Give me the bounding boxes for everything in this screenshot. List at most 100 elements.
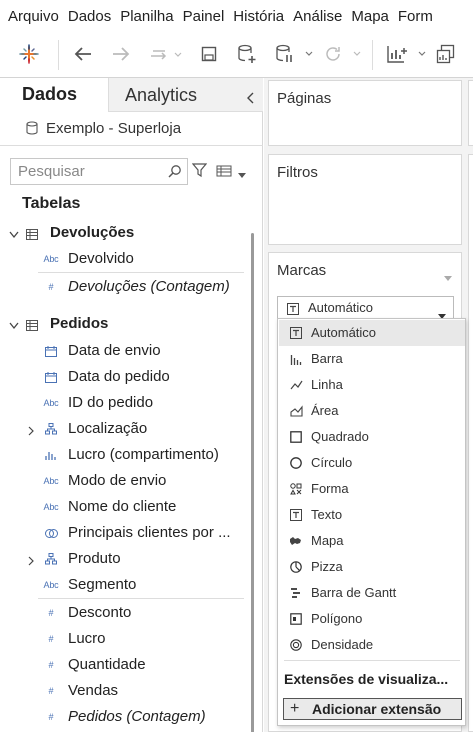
tableau-logo-icon[interactable] bbox=[17, 40, 41, 68]
field-label: Devolvido bbox=[68, 250, 134, 267]
filters-card[interactable]: Filtros bbox=[268, 154, 462, 245]
field-item[interactable]: Data de envio bbox=[0, 338, 244, 364]
tables-heading: Tabelas bbox=[22, 195, 81, 212]
new-worksheet-icon[interactable] bbox=[385, 40, 427, 68]
new-datasource-icon[interactable] bbox=[236, 40, 258, 68]
field-item[interactable]: # Lucro bbox=[0, 626, 244, 652]
menu-dados[interactable]: Dados bbox=[68, 8, 111, 25]
mark-option-circulo[interactable]: Círculo bbox=[279, 450, 465, 476]
shape-icon bbox=[289, 482, 303, 496]
field-item[interactable]: Data do pedido bbox=[0, 364, 244, 390]
density-icon bbox=[289, 638, 303, 652]
pages-title: Páginas bbox=[277, 90, 332, 107]
add-extension-label: Adicionar extensão bbox=[312, 701, 442, 717]
table-icon bbox=[26, 318, 38, 336]
filter-icon[interactable] bbox=[191, 163, 208, 183]
field-item[interactable]: Abc ID do pedido bbox=[0, 390, 244, 416]
field-item[interactable]: Produto bbox=[0, 546, 244, 572]
swap-icon[interactable] bbox=[148, 40, 184, 68]
mark-option-forma[interactable]: Forma bbox=[279, 476, 465, 502]
search-input[interactable] bbox=[11, 159, 161, 184]
chevron-down-icon[interactable] bbox=[238, 166, 246, 184]
pause-updates-icon[interactable] bbox=[274, 40, 314, 68]
table-icon bbox=[26, 227, 38, 245]
menu-formatar[interactable]: Form bbox=[398, 8, 433, 25]
rows-shelf[interactable] bbox=[468, 80, 473, 146]
mark-type-value: Automático bbox=[308, 300, 374, 315]
menu-analise[interactable]: Análise bbox=[293, 8, 342, 25]
mark-option-mapa[interactable]: Mapa bbox=[279, 528, 465, 554]
number-type-icon: # bbox=[48, 686, 54, 696]
map-icon bbox=[289, 534, 303, 548]
chevron-down-icon[interactable] bbox=[9, 317, 19, 335]
number-type-icon: # bbox=[48, 712, 54, 722]
number-type-icon: # bbox=[48, 608, 54, 618]
field-item[interactable]: Localização bbox=[0, 416, 244, 442]
menu-arquivo[interactable]: Arquivo bbox=[8, 8, 59, 25]
menu-historia[interactable]: História bbox=[233, 8, 284, 25]
list-view-icon[interactable] bbox=[216, 164, 232, 182]
field-item[interactable]: Principais clientes por ... bbox=[0, 520, 244, 546]
menu-planilha[interactable]: Planilha bbox=[120, 8, 173, 25]
collapse-pane-icon[interactable] bbox=[247, 88, 255, 109]
table-name: Pedidos bbox=[50, 315, 109, 332]
duplicate-icon[interactable] bbox=[435, 40, 457, 68]
line-icon bbox=[289, 378, 303, 392]
mark-option-pizza[interactable]: Pizza bbox=[279, 554, 465, 580]
tab-analytics[interactable]: Analytics bbox=[108, 78, 263, 112]
mark-option-linha[interactable]: Linha bbox=[279, 372, 465, 398]
add-extension-button[interactable]: + Adicionar extensão bbox=[283, 698, 462, 720]
calendar-icon bbox=[42, 370, 60, 384]
chevron-right-icon[interactable] bbox=[28, 423, 34, 441]
scrollbar[interactable] bbox=[251, 233, 254, 732]
mark-type-select[interactable]: Automático bbox=[277, 296, 454, 320]
field-item[interactable]: # Pedidos (Contagem) bbox=[0, 704, 244, 730]
calendar-icon bbox=[42, 344, 60, 358]
mark-option-area[interactable]: Área bbox=[279, 398, 465, 424]
string-type-icon: Abc bbox=[43, 580, 59, 590]
back-icon[interactable] bbox=[72, 40, 94, 68]
number-type-icon: # bbox=[48, 660, 54, 670]
field-item[interactable]: # Vendas bbox=[0, 678, 244, 704]
square-icon bbox=[289, 430, 303, 444]
tab-dados[interactable]: Dados bbox=[0, 78, 108, 112]
mark-option-texto[interactable]: Texto bbox=[279, 502, 465, 528]
field-item[interactable]: Abc Modo de envio bbox=[0, 468, 244, 494]
mark-option-quadrado[interactable]: Quadrado bbox=[279, 424, 465, 450]
chevron-right-icon[interactable] bbox=[28, 553, 34, 571]
toolbar bbox=[0, 32, 473, 78]
view-area[interactable] bbox=[468, 154, 473, 732]
field-label: Lucro bbox=[68, 630, 106, 647]
field-label: Produto bbox=[68, 550, 121, 567]
mark-option-barra[interactable]: Barra bbox=[279, 346, 465, 372]
polygon-icon bbox=[289, 612, 303, 626]
field-item[interactable]: Lucro (compartimento) bbox=[0, 442, 244, 468]
menu-mapa[interactable]: Mapa bbox=[351, 8, 389, 25]
mark-option-poligono[interactable]: Polígono bbox=[279, 606, 465, 632]
datasource-name: Exemplo - Superloja bbox=[46, 120, 182, 137]
mark-option-gantt[interactable]: Barra de Gantt bbox=[279, 580, 465, 606]
table-devolucoes[interactable]: Devoluções bbox=[0, 220, 244, 246]
mark-type-dropdown: Automático Barra Linha Área Quadrado Cír… bbox=[277, 318, 466, 726]
field-item[interactable]: Abc Nome do cliente bbox=[0, 494, 244, 520]
field-item[interactable]: Abc Devolvido bbox=[0, 246, 244, 272]
field-item[interactable]: Abc Segmento bbox=[0, 572, 244, 598]
datasource-row[interactable]: Exemplo - Superloja bbox=[0, 112, 263, 146]
field-label: Data de envio bbox=[68, 342, 161, 359]
forward-icon[interactable] bbox=[110, 40, 132, 68]
pages-card[interactable]: Páginas bbox=[268, 80, 462, 146]
chevron-down-icon[interactable] bbox=[444, 268, 452, 286]
area-icon bbox=[289, 404, 303, 418]
table-pedidos[interactable]: Pedidos bbox=[0, 311, 244, 337]
mark-option-densidade[interactable]: Densidade bbox=[279, 632, 465, 658]
string-type-icon: Abc bbox=[43, 398, 59, 408]
field-item[interactable]: # Quantidade bbox=[0, 652, 244, 678]
refresh-icon[interactable] bbox=[322, 40, 362, 68]
mark-option-automatico[interactable]: Automático bbox=[279, 320, 465, 346]
menu-painel[interactable]: Painel bbox=[183, 8, 225, 25]
field-item[interactable]: # Devoluções (Contagem) bbox=[0, 274, 244, 300]
save-icon[interactable] bbox=[199, 40, 219, 68]
chevron-down-icon[interactable] bbox=[9, 226, 19, 244]
plus-icon: + bbox=[290, 700, 300, 717]
field-item[interactable]: # Desconto bbox=[0, 600, 244, 626]
